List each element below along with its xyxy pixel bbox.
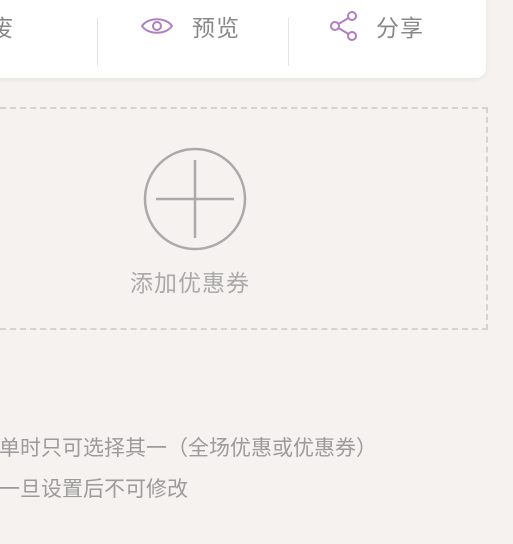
void-button[interactable]: 作废 (0, 2, 14, 50)
page: 作废 预览 分享 (0, 0, 513, 544)
preview-button[interactable]: 预览 (140, 2, 240, 50)
plus-circle-icon (143, 147, 247, 251)
share-label: 分享 (376, 16, 424, 42)
add-coupon-label: 添加优惠券 (130, 271, 250, 297)
void-label: 作废 (0, 16, 14, 42)
note-line: 下单时只可选择其一（全场优惠或优惠券） (0, 436, 377, 460)
preview-label: 预览 (192, 16, 240, 42)
add-coupon-button[interactable]: 添加优惠券 (0, 107, 488, 330)
share-icon (330, 11, 358, 41)
divider (97, 18, 98, 66)
divider (288, 18, 289, 66)
eye-icon (140, 15, 174, 37)
action-card: 作废 预览 分享 (0, 0, 486, 78)
note-line: 券一旦设置后不可修改 (0, 477, 188, 501)
share-button[interactable]: 分享 (330, 2, 424, 50)
notes: 下单时只可选择其一（全场优惠或优惠券） 券一旦设置后不可修改 (0, 428, 377, 510)
